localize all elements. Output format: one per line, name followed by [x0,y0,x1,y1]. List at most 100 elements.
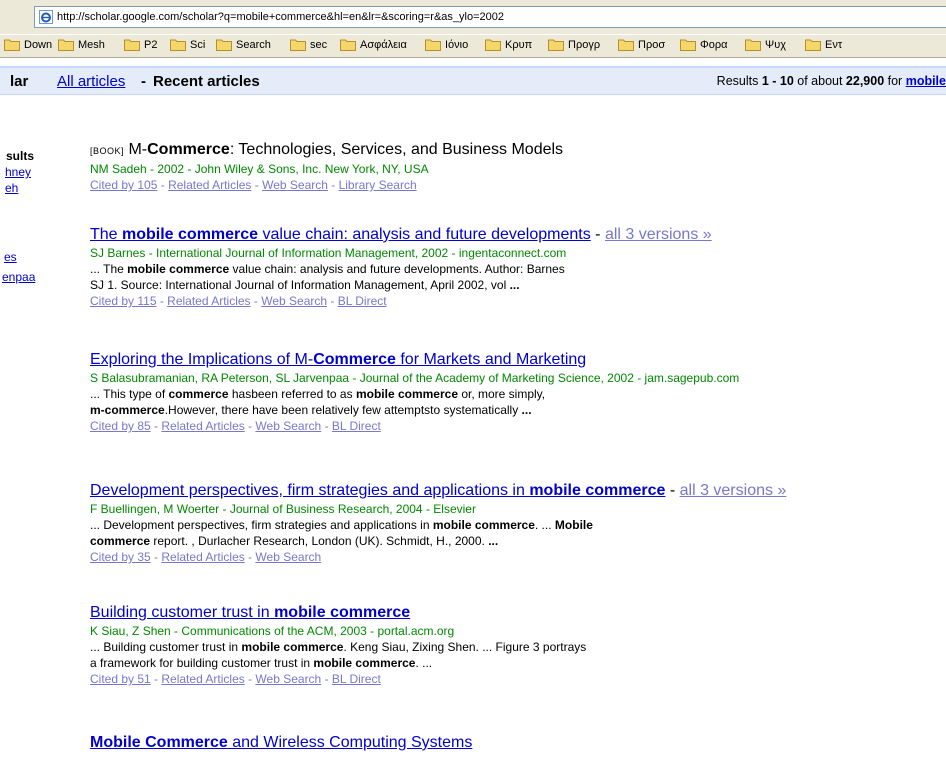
sidebar-link[interactable]: es [4,250,17,264]
result-title-link[interactable]: The mobile commerce value chain: analysi… [90,226,591,243]
tab-recent-articles: Recent articles [153,73,260,90]
scholar-brand[interactable]: lar [10,73,28,90]
bookmark-folder[interactable]: Εντ [805,38,842,51]
scholar-header-bar: lar All articles - Recent articles Resul… [0,68,946,95]
folder-icon [425,39,441,51]
cited-by-link[interactable]: Cited by 51 [90,672,151,686]
result-meta: S Balasubramanian, RA Peterson, SL Jarve… [90,371,740,385]
bookmark-folder[interactable]: Ψυχ [745,38,786,51]
folder-icon [290,39,306,51]
folder-icon [745,39,761,51]
related-articles-link[interactable]: Related Articles [161,419,244,433]
book-tag: [BOOK] [90,146,125,156]
bookmark-folder[interactable]: Mesh [58,38,105,51]
address-bar: http://scholar.google.com/scholar?q=mobi… [0,0,946,34]
folder-icon [216,39,232,51]
result-title: [BOOK] M-Commerce: Technologies, Service… [90,141,564,158]
result-links: Cited by 105 - Related Articles - Web Se… [90,178,417,192]
result-links: Cited by 51 - Related Articles - Web Sea… [90,672,381,686]
bookmark-folder[interactable]: sec [290,38,327,51]
result-title: Development perspectives, firm strategie… [90,482,787,499]
library-search-link[interactable]: Library Search [339,178,417,192]
result-links: Cited by 35 - Related Articles - Web Sea… [90,550,322,564]
tab-all-articles[interactable]: All articles [57,73,125,90]
result-links: Cited by 115 - Related Articles - Web Se… [90,294,387,308]
result-title-link[interactable]: Building customer trust in mobile commer… [90,604,410,621]
url-text: http://scholar.google.com/scholar?q=mobi… [57,11,504,23]
bookmark-folder[interactable]: Sci [170,38,205,51]
bookmark-folder[interactable]: Ιόνιο [425,38,468,51]
links-toolbar: Down Mesh P2 Sci Search sec Ασφάλεια Ιόν… [0,34,946,58]
header-separator: - [141,73,146,90]
sidebar-link[interactable]: eh [5,181,18,195]
result-item: The mobile commerce value chain: analysi… [90,225,946,310]
folder-icon [548,39,564,51]
sidebar-heading: sults [6,149,35,163]
folder-icon [618,39,634,51]
result-title: Building customer trust in mobile commer… [90,603,946,623]
result-snippet: m-commerce.However, there have been rela… [90,403,532,417]
result-links: Cited by 85 - Related Articles - Web Sea… [90,419,381,433]
result-snippet: ... This type of commerce hasbeen referr… [90,387,546,401]
result-meta: NM Sadeh - 2002 - John Wiley & Sons, Inc… [90,162,429,176]
result-title-link[interactable]: Exploring the Implications of M-Commerce… [90,351,586,368]
cited-by-link[interactable]: Cited by 115 [90,294,157,308]
result-title-link[interactable]: Development perspectives, firm strategie… [90,482,665,499]
result-title: Mobile Commerce and Wireless Computing S… [90,733,946,753]
bookmark-folder[interactable]: P2 [124,38,157,51]
folder-icon [805,39,821,51]
bookmark-folder[interactable]: Search [216,38,271,51]
results-count: Results 1 - 10 of about 22,900 for mobil… [716,74,946,88]
bl-direct-link[interactable]: BL Direct [332,672,381,686]
query-link[interactable]: mobile [906,74,946,88]
result-title: The mobile commerce value chain: analysi… [90,226,712,243]
result-item: Mobile Commerce and Wireless Computing S… [90,733,946,753]
all-versions-link[interactable]: all 3 versions » [605,226,712,243]
result-title-link[interactable]: Mobile Commerce and Wireless Computing S… [90,734,472,751]
result-item: [BOOK] M-Commerce: Technologies, Service… [90,140,946,194]
related-articles-link[interactable]: Related Articles [168,178,251,192]
result-meta: SJ Barnes - International Journal of Inf… [90,246,567,260]
related-articles-link[interactable]: Related Articles [161,550,244,564]
sidebar-link[interactable]: hney [5,165,31,179]
bookmark-folder[interactable]: Ασφάλεια [340,38,407,51]
bookmark-folder[interactable]: Προγρ [548,38,600,51]
all-versions-link[interactable]: all 3 versions » [680,482,787,499]
folder-icon [4,39,20,51]
result-snippet: ... The mobile commerce value chain: ana… [90,262,565,276]
result-snippet: ... Building customer trust in mobile co… [90,640,587,654]
web-search-link[interactable]: Web Search [255,550,321,564]
bl-direct-link[interactable]: BL Direct [338,294,387,308]
web-search-link[interactable]: Web Search [262,178,328,192]
result-snippet: ... Development perspectives, firm strat… [90,518,593,532]
sidebar-link[interactable]: enpaa [2,270,35,284]
related-articles-link[interactable]: Related Articles [161,672,244,686]
result-snippet: SJ 1. Source: International Journal of I… [90,278,520,292]
bookmark-folder[interactable]: Προσ [618,38,665,51]
bl-direct-link[interactable]: BL Direct [332,419,381,433]
folder-icon [485,39,501,51]
folder-icon [680,39,696,51]
result-title: Exploring the Implications of M-Commerce… [90,350,946,370]
folder-icon [124,39,140,51]
related-articles-link[interactable]: Related Articles [167,294,250,308]
web-search-link[interactable]: Web Search [255,419,321,433]
bookmark-folder[interactable]: Κρυπ [485,38,532,51]
result-item: Development perspectives, firm strategie… [90,481,946,566]
cited-by-link[interactable]: Cited by 35 [90,550,151,564]
bookmark-folder[interactable]: Φορα [680,38,728,51]
bookmark-folder[interactable]: Down [4,38,52,51]
ie-page-icon [39,10,53,24]
cited-by-link[interactable]: Cited by 105 [90,178,157,192]
result-item: Building customer trust in mobile commer… [90,603,946,688]
address-field[interactable]: http://scholar.google.com/scholar?q=mobi… [34,6,946,28]
result-item: Exploring the Implications of M-Commerce… [90,350,946,435]
web-search-link[interactable]: Web Search [261,294,327,308]
result-snippet: a framework for building customer trust … [90,656,433,670]
folder-icon [340,39,356,51]
cited-by-link[interactable]: Cited by 85 [90,419,151,433]
result-meta: F Buellingen, M Woerter - Journal of Bus… [90,502,476,516]
result-meta: K Siau, Z Shen - Communications of the A… [90,624,455,638]
web-search-link[interactable]: Web Search [255,672,321,686]
result-snippet: commerce report. , Durlacher Research, L… [90,534,499,548]
